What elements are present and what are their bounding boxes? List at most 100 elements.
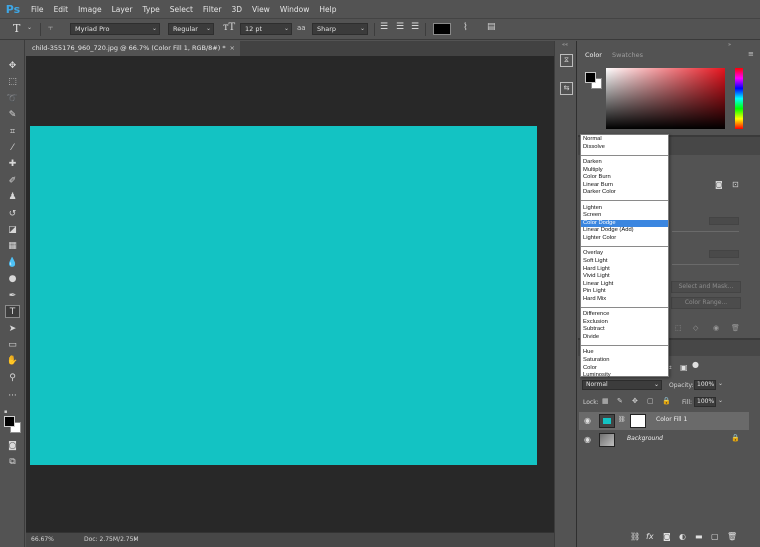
close-icon[interactable]: × (230, 41, 235, 56)
foreground-color-swatch[interactable] (4, 416, 15, 427)
align-center-icon[interactable]: ☰ (396, 22, 404, 32)
default-colors-icon[interactable]: ▪ (4, 409, 7, 415)
menu-view[interactable]: View (247, 5, 275, 14)
link-layers-icon[interactable]: ⛓ (630, 532, 640, 541)
history-panel-icon[interactable]: ⧖ (560, 54, 573, 67)
document-tab[interactable]: child-355176_960_720.jpg @ 66.7% (Color … (26, 41, 240, 56)
zoom-level[interactable]: 66.67% (31, 533, 54, 547)
type-tool-preset-icon[interactable]: T (13, 22, 20, 35)
density-slider[interactable] (672, 231, 739, 232)
menu-window[interactable]: Window (275, 5, 315, 14)
blend-mode-select[interactable]: Normal ⌄ (582, 380, 662, 390)
quick-mask-icon[interactable]: ◙ (5, 439, 20, 452)
blend-mode-option[interactable]: Hard Mix (581, 296, 668, 304)
filter-smart-object-icon[interactable]: ▣ (680, 363, 688, 372)
history-brush-tool-icon[interactable]: ↺ (5, 207, 20, 220)
properties-panel-icon[interactable]: ⇆ (560, 82, 573, 95)
blend-mode-option[interactable]: Exclusion (581, 319, 668, 327)
healing-brush-tool-icon[interactable]: ✚ (5, 157, 20, 170)
color-panel-foreground-swatch[interactable] (585, 72, 596, 83)
lock-pixels-icon[interactable]: ✎ (617, 397, 623, 405)
more-tools-icon[interactable]: ··· (5, 389, 20, 402)
lock-transparent-icon[interactable]: ▦ (602, 397, 609, 405)
apply-mask-icon[interactable]: ◇ (693, 324, 698, 332)
blend-mode-option[interactable]: Normal (581, 136, 668, 144)
lock-artboard-icon[interactable]: ▢ (647, 397, 654, 405)
menu-help[interactable]: Help (314, 5, 341, 14)
zoom-tool-icon[interactable]: ⚲ (5, 371, 20, 384)
expand-arrows-icon[interactable]: » (728, 42, 731, 48)
blend-mode-option[interactable]: Color (581, 365, 668, 373)
fill-field[interactable]: 100% (694, 397, 716, 407)
text-orientation-icon[interactable]: ⫟ (48, 23, 53, 33)
blend-mode-option[interactable]: Darken (581, 159, 668, 167)
move-tool-icon[interactable]: ✥ (5, 59, 20, 72)
menu-filter[interactable]: Filter (198, 5, 227, 14)
blend-mode-option[interactable]: Linear Light (581, 281, 668, 289)
select-and-mask-button[interactable]: Select and Mask... (671, 281, 741, 293)
vector-mask-icon[interactable]: ⊡ (732, 180, 739, 189)
font-style-select[interactable]: Regular ⌄ (168, 23, 214, 35)
layer-row-background[interactable]: ◉ Background 🔒 (579, 431, 749, 449)
menu-3d[interactable]: 3D (226, 5, 247, 14)
delete-mask-icon[interactable]: 🗑 (731, 324, 740, 332)
type-tool-icon[interactable]: T (5, 305, 20, 318)
panel-menu-icon[interactable]: ≡ (748, 50, 754, 58)
delete-layer-icon[interactable]: 🗑 (727, 532, 737, 541)
filter-toggle-icon[interactable]: ● (692, 360, 699, 369)
tab-color[interactable]: Color (585, 51, 602, 59)
load-selection-icon[interactable]: ⬚ (675, 324, 682, 332)
visibility-icon[interactable]: ◉ (713, 324, 719, 332)
color-range-button[interactable]: Color Range... (671, 297, 741, 309)
menu-file[interactable]: File (26, 5, 49, 14)
blend-mode-dropdown[interactable]: Normal Dissolve Darken Multiply Color Burn Li… (580, 134, 669, 378)
warp-text-icon[interactable]: ⌇ (463, 22, 468, 33)
screen-mode-icon[interactable]: ⧉ (5, 455, 20, 468)
blend-mode-option[interactable]: Difference (581, 311, 668, 319)
menu-layer[interactable]: Layer (107, 5, 138, 14)
blend-mode-option[interactable]: Soft Light (581, 258, 668, 266)
feather-field[interactable] (709, 250, 739, 258)
tab-swatches[interactable]: Swatches (612, 51, 643, 59)
font-size-select[interactable]: 12 pt ⌄ (240, 23, 292, 35)
blend-mode-option[interactable]: Color Dodge (581, 219, 668, 228)
opacity-field[interactable]: 100% (694, 380, 716, 390)
crop-tool-icon[interactable]: ⌗ (5, 125, 20, 138)
character-panel-icon[interactable]: ▤ (487, 22, 496, 32)
dodge-tool-icon[interactable]: ● (5, 272, 20, 285)
eyedropper-tool-icon[interactable]: ⁄ (5, 141, 20, 154)
menu-select[interactable]: Select (165, 5, 198, 14)
path-selection-tool-icon[interactable]: ➤ (5, 322, 20, 335)
chevron-down-icon[interactable]: ⌄ (718, 380, 723, 387)
layer-style-icon[interactable]: fx (646, 532, 654, 541)
align-left-icon[interactable]: ☰ (380, 22, 388, 32)
blend-mode-option[interactable]: Linear Dodge (Add) (581, 227, 668, 235)
blend-mode-option[interactable]: Overlay (581, 250, 668, 258)
gradient-tool-icon[interactable]: ▦ (5, 239, 20, 252)
link-icon[interactable]: ⛓ (618, 416, 626, 423)
menu-edit[interactable]: Edit (49, 5, 74, 14)
menu-type[interactable]: Type (138, 5, 165, 14)
blend-mode-option[interactable]: Dissolve (581, 144, 668, 152)
blend-mode-option[interactable]: Linear Burn (581, 182, 668, 190)
layer-row-color-fill[interactable]: ◉ ⛓ Color Fill 1 (579, 412, 749, 430)
clone-stamp-tool-icon[interactable]: ♟ (5, 190, 20, 203)
adjustment-layer-icon[interactable]: ◐ (679, 532, 686, 541)
quick-select-tool-icon[interactable]: ✎ (5, 108, 20, 121)
blend-mode-option[interactable]: Divide (581, 334, 668, 342)
marquee-tool-icon[interactable]: ⬚ (5, 75, 20, 88)
blend-mode-option[interactable]: Multiply (581, 167, 668, 175)
density-field[interactable] (709, 217, 739, 225)
chevron-down-icon[interactable]: ⌄ (718, 397, 723, 404)
menu-image[interactable]: Image (73, 5, 107, 14)
lasso-tool-icon[interactable]: ➰ (5, 92, 20, 105)
text-color-swatch[interactable] (433, 23, 451, 35)
color-spectrum-field[interactable] (606, 68, 725, 129)
mask-icon[interactable]: ◙ (715, 180, 723, 189)
new-group-icon[interactable]: ▬ (695, 532, 703, 541)
anti-alias-select[interactable]: Sharp ⌄ (312, 23, 368, 35)
blend-mode-option[interactable]: Hue (581, 349, 668, 357)
lock-all-icon[interactable]: 🔒 (662, 397, 671, 405)
blend-mode-option[interactable]: Hard Light (581, 266, 668, 274)
blend-mode-option[interactable]: Color Burn (581, 174, 668, 182)
